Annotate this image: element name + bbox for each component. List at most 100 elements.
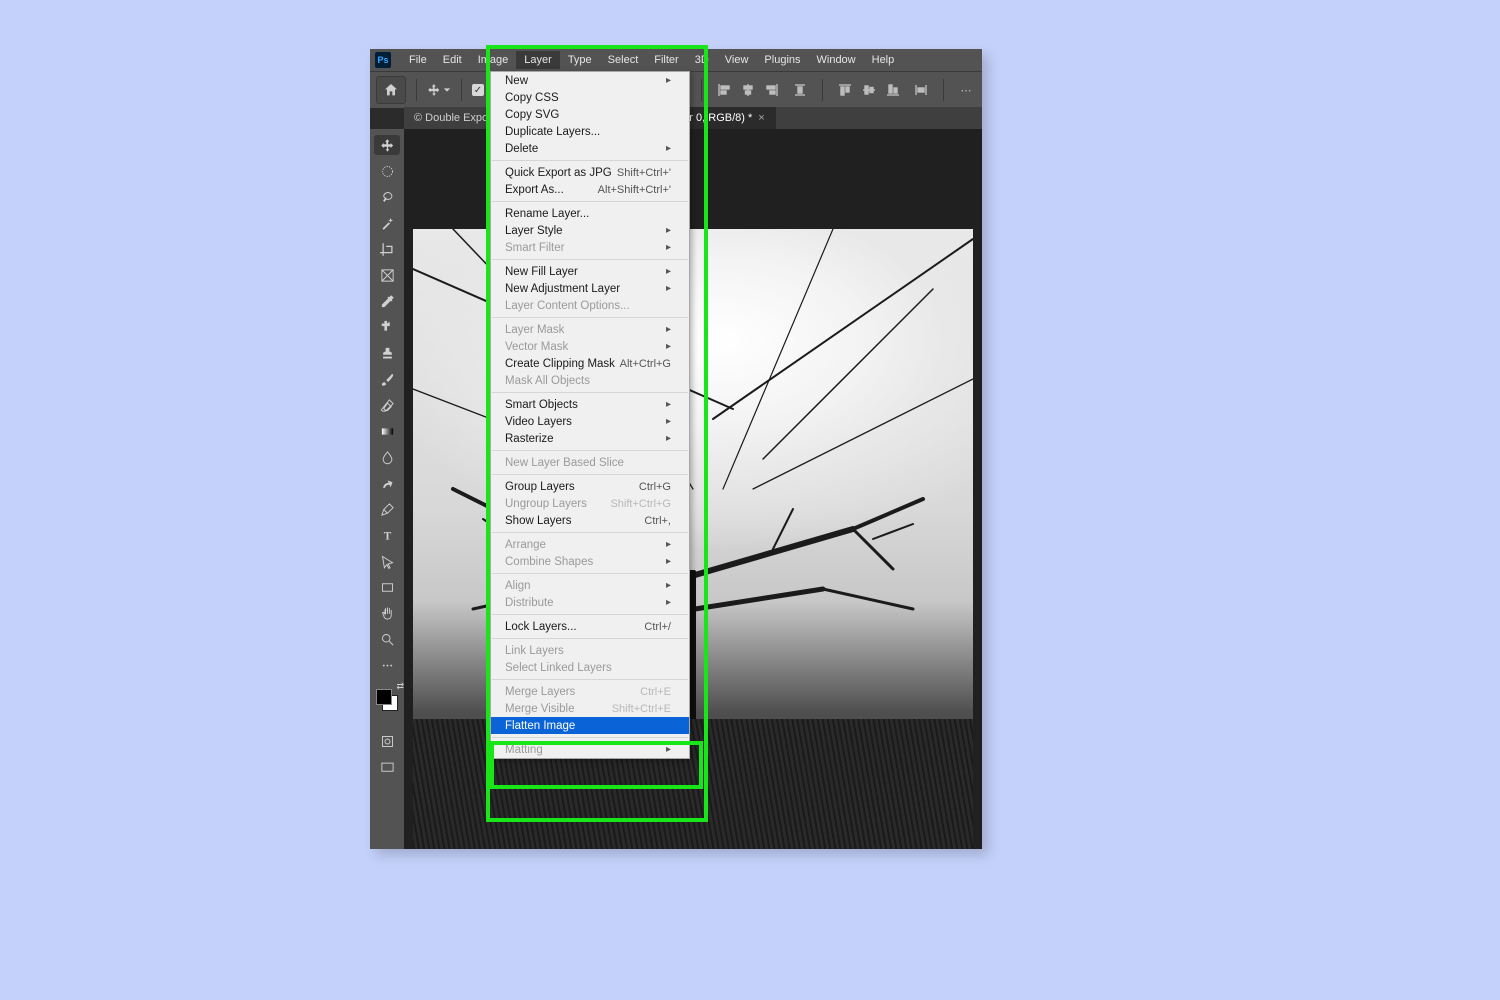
menu-item-combine-shapes: Combine Shapes▸ <box>491 553 689 570</box>
blur-tool-icon[interactable] <box>374 447 400 467</box>
align-bottom-icon[interactable] <box>883 80 903 100</box>
submenu-arrow-icon: ▸ <box>666 416 671 427</box>
menu-item-export-as[interactable]: Export As... Alt+Shift+Ctrl+' <box>491 181 689 198</box>
menu-item-copy-css[interactable]: Copy CSS <box>491 89 689 106</box>
svg-text:T: T <box>383 530 391 542</box>
crop-tool-icon[interactable] <box>374 239 400 259</box>
distribute-h-icon[interactable] <box>790 80 810 100</box>
auto-select-checkbox[interactable]: ✓ <box>472 84 484 96</box>
menu-item-label: Align <box>505 580 531 592</box>
zoom-tool-icon[interactable] <box>374 629 400 649</box>
menu-item-create-clipping-mask[interactable]: Create Clipping Mask Alt+Ctrl+G <box>491 355 689 372</box>
menu-item-label: Vector Mask <box>505 341 568 353</box>
align-right-icon[interactable] <box>762 80 782 100</box>
menu-item-label: Group Layers <box>505 481 575 493</box>
submenu-arrow-icon: ▸ <box>666 744 671 755</box>
lasso-tool-icon[interactable] <box>374 187 400 207</box>
menu-edit[interactable]: Edit <box>435 51 470 69</box>
frame-tool-icon[interactable] <box>374 265 400 285</box>
menu-item-show-layers[interactable]: Show LayersCtrl+, <box>491 512 689 529</box>
align-top-icon[interactable] <box>835 80 855 100</box>
menu-image[interactable]: Image <box>470 51 517 69</box>
menu-item-label: Select Linked Layers <box>505 662 612 674</box>
menu-item-label: Link Layers <box>505 645 564 657</box>
menu-item-duplicate-layers[interactable]: Duplicate Layers... <box>491 123 689 140</box>
hand-tool-icon[interactable] <box>374 603 400 623</box>
menu-item-smart-objects[interactable]: Smart Objects▸ <box>491 396 689 413</box>
menu-item-flatten-image[interactable]: Flatten Image <box>491 717 689 734</box>
menu-filter[interactable]: Filter <box>646 51 686 69</box>
active-tool-icon[interactable] <box>427 83 451 97</box>
menu-item-label: Smart Filter <box>505 242 564 254</box>
path-tool-icon[interactable] <box>374 551 400 571</box>
align-left-icon[interactable] <box>714 80 734 100</box>
more-tool-icon[interactable] <box>374 655 400 675</box>
menu-item-label: Export As... <box>505 184 564 196</box>
swap-colors-icon[interactable]: ⇄ <box>396 681 404 692</box>
submenu-arrow-icon: ▸ <box>666 433 671 444</box>
menu-item-label: Rename Layer... <box>505 208 589 220</box>
menu-type[interactable]: Type <box>560 51 600 69</box>
quick-mask-icon[interactable] <box>374 731 400 751</box>
menu-window[interactable]: Window <box>809 51 864 69</box>
gradient-tool-icon[interactable] <box>374 421 400 441</box>
eraser-tool-icon[interactable] <box>374 395 400 415</box>
healing-tool-icon[interactable] <box>374 317 400 337</box>
submenu-arrow-icon: ▸ <box>666 266 671 277</box>
move-tool-icon[interactable] <box>374 135 400 155</box>
menu-item-merge-layers: Merge LayersCtrl+E <box>491 683 689 700</box>
menu-help[interactable]: Help <box>864 51 903 69</box>
eyedropper-tool-icon[interactable] <box>374 291 400 311</box>
pen-tool-icon[interactable] <box>374 499 400 519</box>
menu-item-new-layer-based-slice: New Layer Based Slice <box>491 454 689 471</box>
menu-item-group-layers[interactable]: Group LayersCtrl+G <box>491 478 689 495</box>
brush-tool-icon[interactable] <box>374 369 400 389</box>
tab-close-icon[interactable]: × <box>758 112 764 124</box>
menu-item-arrange: Arrange▸ <box>491 536 689 553</box>
menu-item-label: Distribute <box>505 597 554 609</box>
menu-item-new[interactable]: New▸ <box>491 72 689 89</box>
foreground-color-swatch[interactable] <box>376 689 392 705</box>
menu-item-label: Create Clipping Mask <box>505 358 615 370</box>
menu-item-label: Merge Visible <box>505 703 574 715</box>
menu-item-rename-layer[interactable]: Rename Layer... <box>491 205 689 222</box>
menu-item-layer-mask: Layer Mask▸ <box>491 321 689 338</box>
menu-item-new-fill-layer[interactable]: New Fill Layer▸ <box>491 263 689 280</box>
align-vcenter-icon[interactable] <box>859 80 879 100</box>
menu-item-lock-layers[interactable]: Lock Layers...Ctrl+/ <box>491 618 689 635</box>
menu-file[interactable]: File <box>401 51 435 69</box>
menu-item-label: Arrange <box>505 539 546 551</box>
home-button[interactable] <box>376 76 406 104</box>
menu-item-label: Layer Mask <box>505 324 564 336</box>
menu-item-rasterize[interactable]: Rasterize▸ <box>491 430 689 447</box>
dodge-tool-icon[interactable] <box>374 473 400 493</box>
menu-3d[interactable]: 3D <box>687 51 717 69</box>
menu-shortcut: Alt+Shift+Ctrl+' <box>598 184 671 196</box>
menu-item-label: Copy SVG <box>505 109 559 121</box>
menu-item-copy-svg[interactable]: Copy SVG <box>491 106 689 123</box>
wand-tool-icon[interactable] <box>374 213 400 233</box>
type-tool-icon[interactable]: T <box>374 525 400 545</box>
submenu-arrow-icon: ▸ <box>666 143 671 154</box>
color-swatches[interactable]: ⇄ <box>376 689 398 711</box>
menu-item-delete[interactable]: Delete▸ <box>491 140 689 157</box>
marquee-tool-icon[interactable] <box>374 161 400 181</box>
distribute-v-icon[interactable] <box>911 80 931 100</box>
menu-shortcut: Shift+Ctrl+' <box>617 167 671 179</box>
screen-mode-icon[interactable] <box>374 757 400 777</box>
menu-item-video-layers[interactable]: Video Layers▸ <box>491 413 689 430</box>
menu-shortcut: Alt+Ctrl+G <box>620 358 671 370</box>
menu-select[interactable]: Select <box>600 51 647 69</box>
menu-item-label: Flatten Image <box>505 720 575 732</box>
menu-item-align: Align▸ <box>491 577 689 594</box>
menu-view[interactable]: View <box>717 51 757 69</box>
stamp-tool-icon[interactable] <box>374 343 400 363</box>
menu-layer[interactable]: Layer <box>516 51 560 69</box>
menu-plugins[interactable]: Plugins <box>756 51 808 69</box>
align-hcenter-icon[interactable] <box>738 80 758 100</box>
menu-item-layer-style[interactable]: Layer Style▸ <box>491 222 689 239</box>
rect-tool-icon[interactable] <box>374 577 400 597</box>
menu-item-new-adjustment-layer[interactable]: New Adjustment Layer▸ <box>491 280 689 297</box>
more-align-icon[interactable]: ⋯ <box>956 80 976 100</box>
menu-item-quick-export-as-jpg[interactable]: Quick Export as JPGShift+Ctrl+' <box>491 164 689 181</box>
